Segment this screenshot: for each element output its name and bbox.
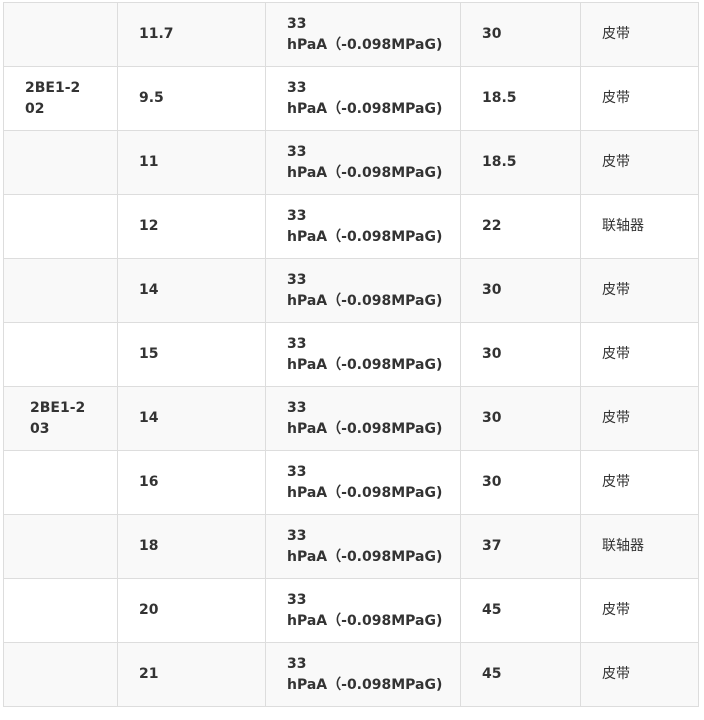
power-cell: 30 — [460, 386, 581, 451]
power-cell: 18.5 — [460, 66, 581, 131]
vacuum-cell: 33 hPaA（-0.098MPaG) — [265, 578, 461, 643]
model-cell — [3, 450, 118, 515]
flow-cell: 11.7 — [117, 2, 266, 67]
vacuum-unit: hPaA（-0.098MPaG) — [287, 356, 443, 373]
model-cell: 2BE1-202 — [3, 66, 118, 131]
model-cell — [3, 642, 118, 707]
model-cell — [3, 258, 118, 323]
vacuum-unit: hPaA（-0.098MPaG) — [287, 36, 443, 53]
drive-cell: 皮带 — [580, 130, 699, 195]
table-row: 11.7 33 hPaA（-0.098MPaG) 30 皮带 — [3, 2, 699, 67]
vacuum-unit: hPaA（-0.098MPaG) — [287, 548, 443, 565]
table-row: 11 33 hPaA（-0.098MPaG) 18.5 皮带 — [3, 130, 699, 195]
model-cell — [3, 578, 118, 643]
flow-cell: 11 — [117, 130, 266, 195]
power-cell: 22 — [460, 194, 581, 259]
vacuum-value: 33 — [287, 399, 307, 416]
vacuum-cell: 33 hPaA（-0.098MPaG) — [265, 450, 461, 515]
vacuum-cell: 33 hPaA（-0.098MPaG) — [265, 130, 461, 195]
drive-cell: 皮带 — [580, 322, 699, 387]
vacuum-unit: hPaA（-0.098MPaG) — [287, 164, 443, 181]
table-row: 18 33 hPaA（-0.098MPaG) 37 联轴器 — [3, 514, 699, 579]
vacuum-unit: hPaA（-0.098MPaG) — [287, 420, 443, 437]
power-cell: 30 — [460, 322, 581, 387]
vacuum-value: 33 — [287, 143, 307, 160]
drive-cell: 皮带 — [580, 450, 699, 515]
drive-cell: 联轴器 — [580, 194, 699, 259]
vacuum-value: 33 — [287, 271, 307, 288]
flow-cell: 9.5 — [117, 66, 266, 131]
drive-cell: 联轴器 — [580, 514, 699, 579]
flow-cell: 21 — [117, 642, 266, 707]
vacuum-cell: 33 hPaA（-0.098MPaG) — [265, 194, 461, 259]
vacuum-unit: hPaA（-0.098MPaG) — [287, 484, 443, 501]
table-row: 16 33 hPaA（-0.098MPaG) 30 皮带 — [3, 450, 699, 515]
table-row: 21 33 hPaA（-0.098MPaG) 45 皮带 — [3, 642, 699, 707]
vacuum-unit: hPaA（-0.098MPaG) — [287, 292, 443, 309]
power-cell: 37 — [460, 514, 581, 579]
model-cell: 2BE1-203 — [3, 386, 118, 451]
vacuum-cell: 33 hPaA（-0.098MPaG) — [265, 258, 461, 323]
vacuum-unit: hPaA（-0.098MPaG) — [287, 676, 443, 693]
vacuum-cell: 33 hPaA（-0.098MPaG) — [265, 2, 461, 67]
vacuum-cell: 33 hPaA（-0.098MPaG) — [265, 386, 461, 451]
vacuum-value: 33 — [287, 591, 307, 608]
vacuum-value: 33 — [287, 207, 307, 224]
model-cell — [3, 130, 118, 195]
drive-cell: 皮带 — [580, 578, 699, 643]
drive-cell: 皮带 — [580, 386, 699, 451]
table-row: 12 33 hPaA（-0.098MPaG) 22 联轴器 — [3, 194, 699, 259]
model-label: 2BE1-202 — [25, 79, 81, 117]
vacuum-value: 33 — [287, 463, 307, 480]
table-row: 20 33 hPaA（-0.098MPaG) 45 皮带 — [3, 578, 699, 643]
vacuum-value: 33 — [287, 335, 307, 352]
model-label: 2BE1-203 — [30, 399, 86, 437]
vacuum-unit: hPaA（-0.098MPaG) — [287, 100, 443, 117]
drive-cell: 皮带 — [580, 258, 699, 323]
table-row: 2BE1-203 14 33 hPaA（-0.098MPaG) 30 皮带 — [3, 386, 699, 451]
power-cell: 18.5 — [460, 130, 581, 195]
flow-cell: 14 — [117, 386, 266, 451]
drive-cell: 皮带 — [580, 2, 699, 67]
power-cell: 30 — [460, 258, 581, 323]
power-cell: 30 — [460, 2, 581, 67]
model-cell — [3, 194, 118, 259]
flow-cell: 20 — [117, 578, 266, 643]
vacuum-unit: hPaA（-0.098MPaG) — [287, 612, 443, 629]
vacuum-value: 33 — [287, 79, 307, 96]
table-row: 2BE1-202 9.5 33 hPaA（-0.098MPaG) 18.5 皮带 — [3, 66, 699, 131]
vacuum-cell: 33 hPaA（-0.098MPaG) — [265, 514, 461, 579]
vacuum-value: 33 — [287, 527, 307, 544]
power-cell: 45 — [460, 642, 581, 707]
table-row: 14 33 hPaA（-0.098MPaG) 30 皮带 — [3, 258, 699, 323]
vacuum-pump-spec-table: 11.7 33 hPaA（-0.098MPaG) 30 皮带 2BE1-202 9… — [3, 2, 699, 707]
power-cell: 45 — [460, 578, 581, 643]
model-cell — [3, 322, 118, 387]
vacuum-cell: 33 hPaA（-0.098MPaG) — [265, 642, 461, 707]
flow-cell: 15 — [117, 322, 266, 387]
flow-cell: 18 — [117, 514, 266, 579]
flow-cell: 16 — [117, 450, 266, 515]
vacuum-cell: 33 hPaA（-0.098MPaG) — [265, 322, 461, 387]
power-cell: 30 — [460, 450, 581, 515]
vacuum-unit: hPaA（-0.098MPaG) — [287, 228, 443, 245]
drive-cell: 皮带 — [580, 66, 699, 131]
model-cell — [3, 514, 118, 579]
table-row: 15 33 hPaA（-0.098MPaG) 30 皮带 — [3, 322, 699, 387]
vacuum-cell: 33 hPaA（-0.098MPaG) — [265, 66, 461, 131]
vacuum-value: 33 — [287, 655, 307, 672]
flow-cell: 12 — [117, 194, 266, 259]
model-cell — [3, 2, 118, 67]
drive-cell: 皮带 — [580, 642, 699, 707]
flow-cell: 14 — [117, 258, 266, 323]
vacuum-value: 33 — [287, 15, 307, 32]
